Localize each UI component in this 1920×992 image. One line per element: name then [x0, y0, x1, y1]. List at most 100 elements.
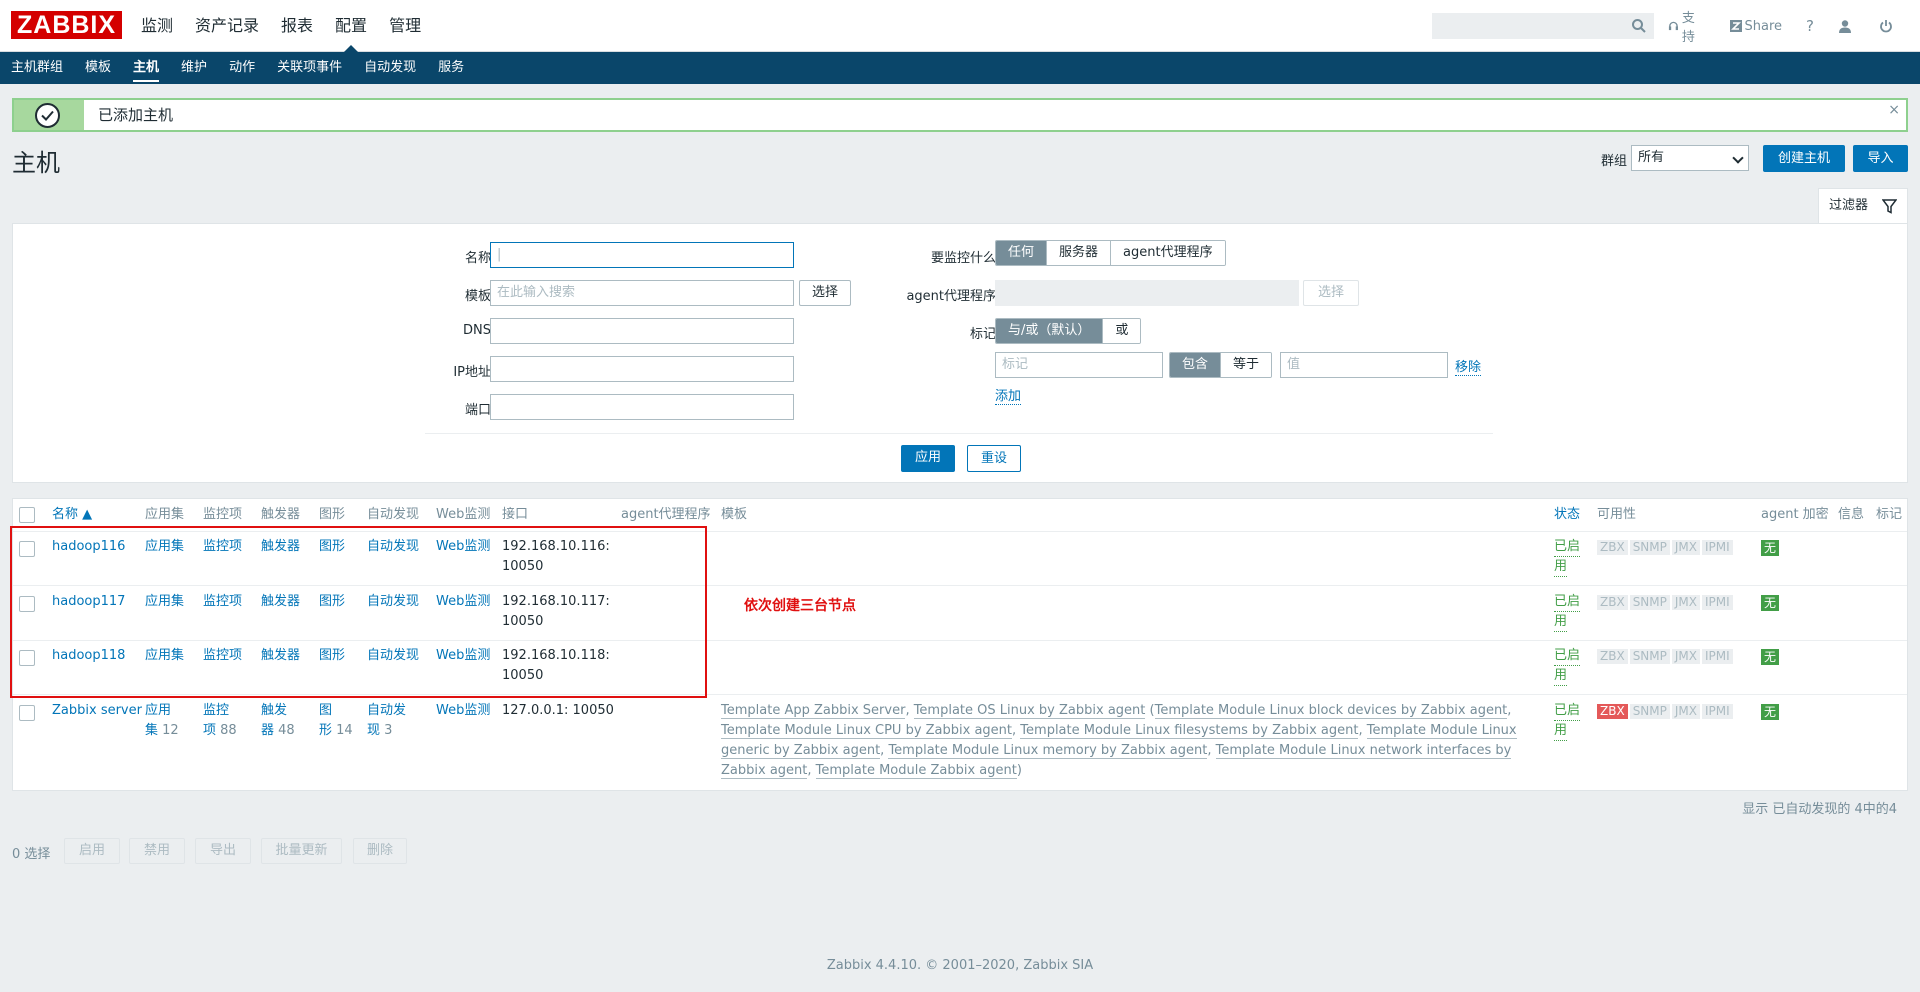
menu-inventory[interactable]: 资产记录: [184, 0, 270, 52]
status-link-wrap[interactable]: 用: [1554, 721, 1568, 741]
discovery-link[interactable]: 自动发: [367, 701, 406, 721]
status-link[interactable]: 已启: [1554, 592, 1581, 612]
graphs-link-wrap[interactable]: 形 14: [319, 721, 353, 741]
availability-badges: ZBX SNMP JMX IPMI: [1597, 540, 1733, 555]
template-search-input[interactable]: 在此输入搜索: [490, 280, 794, 306]
template-link[interactable]: Template Module Zabbix agent: [815, 763, 1017, 779]
col-encryption: agent 加密: [1761, 507, 1829, 522]
encryption-badge: 无: [1761, 595, 1780, 611]
create-host-button[interactable]: 创建主机: [1763, 145, 1845, 172]
template-link[interactable]: Template Module Linux memory by Zabbix a…: [888, 743, 1208, 759]
template-link[interactable]: Template Module Linux CPU by Zabbix agen…: [721, 723, 1013, 739]
template-link[interactable]: Template App Zabbix Server: [721, 703, 906, 719]
port-input[interactable]: [490, 394, 794, 420]
zbx-badge: ZBX: [1597, 540, 1628, 555]
status-link-wrap[interactable]: 用: [1554, 612, 1568, 632]
row-checkbox[interactable]: [19, 705, 35, 721]
menu-configuration[interactable]: 配置: [324, 0, 378, 53]
group-select[interactable]: 所有: [1631, 145, 1749, 171]
discovery-link-wrap[interactable]: 现 3: [367, 721, 392, 741]
menu-reports[interactable]: 报表: [270, 0, 324, 52]
delete-button[interactable]: 删除: [353, 838, 407, 864]
group-select-value: 所有: [1638, 150, 1665, 165]
status-link[interactable]: 已启: [1554, 537, 1581, 557]
template-select-button[interactable]: 选择: [799, 280, 851, 306]
dns-input[interactable]: [490, 318, 794, 344]
ip-input[interactable]: [490, 356, 794, 382]
items-link-wrap[interactable]: 项 88: [203, 721, 237, 741]
tag-value-input[interactable]: 值: [1280, 352, 1448, 378]
availability-badges: ZBX SNMP JMX IPMI: [1597, 595, 1733, 610]
jmx-badge: JMX: [1671, 540, 1700, 555]
triggers-link[interactable]: 触发: [261, 701, 287, 721]
subnav-templates[interactable]: 模板: [74, 52, 122, 84]
monitor-proxy[interactable]: agent代理程序: [1111, 241, 1225, 265]
host-name-link[interactable]: Zabbix server: [52, 701, 142, 721]
apply-button[interactable]: 应用: [901, 445, 955, 472]
user-links: 支持 Share ?: [1668, 0, 1920, 52]
support-link[interactable]: 支持: [1668, 7, 1706, 45]
template-link[interactable]: Template Module Linux block devices by Z…: [1154, 703, 1508, 719]
subnav-services[interactable]: 服务: [427, 52, 475, 84]
status-link[interactable]: 已启: [1554, 646, 1581, 666]
subnav-hosts[interactable]: 主机: [122, 52, 170, 84]
sub-navigation: 主机群组 模板 主机 维护 动作 关联项事件 自动发现 服务: [0, 52, 1920, 84]
name-input[interactable]: |: [490, 242, 794, 268]
reset-button[interactable]: 重设: [967, 445, 1021, 472]
select-all-checkbox[interactable]: [19, 507, 35, 523]
subnav-host-groups[interactable]: 主机群组: [0, 52, 74, 84]
tag-op-contains[interactable]: 包含: [1170, 353, 1222, 377]
help-link[interactable]: ?: [1806, 17, 1814, 35]
tag-op-equals[interactable]: 等于: [1221, 353, 1272, 377]
menu-administration[interactable]: 管理: [378, 0, 432, 52]
monitor-any[interactable]: 任何: [996, 241, 1048, 265]
check-circle-icon: [35, 103, 60, 128]
snmp-badge: SNMP: [1629, 540, 1670, 555]
template-link[interactable]: Template Module Linux filesystems by Zab…: [1020, 723, 1359, 739]
monitor-server[interactable]: 服务器: [1047, 241, 1112, 265]
col-status[interactable]: 状态: [1554, 499, 1580, 531]
menu-monitoring[interactable]: 监测: [130, 0, 184, 52]
zbx-badge: ZBX: [1597, 649, 1628, 664]
copyright: Zabbix 4.4.10. © 2001–2020, Zabbix SIA: [826, 958, 1094, 973]
apps-link[interactable]: 应用: [145, 701, 171, 721]
subnav-maintenance[interactable]: 维护: [170, 52, 218, 84]
subnav-correlation[interactable]: 关联项事件: [266, 52, 353, 84]
import-button[interactable]: 导入: [1853, 145, 1908, 172]
global-search-input[interactable]: [1432, 13, 1654, 39]
template-link[interactable]: Template OS Linux by Zabbix agent: [913, 703, 1146, 719]
subnav-actions[interactable]: 动作: [218, 52, 266, 84]
remove-tag-link[interactable]: 移除: [1455, 356, 1482, 376]
snmp-badge: SNMP: [1629, 595, 1670, 610]
triggers-link-wrap[interactable]: 器 48: [261, 721, 295, 741]
status-link-wrap[interactable]: 用: [1554, 557, 1568, 577]
apps-count: 12: [162, 723, 179, 738]
mass-update-button[interactable]: 批量更新: [261, 838, 342, 864]
profile-link[interactable]: [1838, 19, 1855, 33]
zabbix-logo[interactable]: ZABBIX: [11, 11, 123, 39]
tag-mode-andor[interactable]: 与/或（默认）: [996, 319, 1104, 343]
disable-button[interactable]: 禁用: [129, 838, 185, 864]
enable-button[interactable]: 启用: [64, 838, 120, 864]
status-link[interactable]: 已启: [1554, 701, 1581, 721]
filter-tab[interactable]: 过滤器: [1818, 188, 1908, 224]
export-button[interactable]: 导出: [195, 838, 251, 864]
search-icon[interactable]: [1631, 18, 1647, 34]
graphs-link[interactable]: 图: [319, 701, 332, 721]
signout-link[interactable]: [1879, 19, 1896, 33]
tag-input[interactable]: 标记: [995, 352, 1163, 378]
apps-link-wrap[interactable]: 集 12: [145, 721, 179, 741]
zbx-badge: ZBX: [1597, 595, 1628, 610]
subnav-discovery[interactable]: 自动发现: [353, 52, 427, 84]
items-link[interactable]: 监控: [203, 701, 229, 721]
snmp-badge: SNMP: [1629, 704, 1670, 719]
close-icon[interactable]: ×: [1888, 102, 1900, 118]
add-tag-link[interactable]: 添加: [995, 385, 1022, 405]
annotation-text: 依次创建三台节点: [744, 598, 856, 614]
web-link[interactable]: Web监测: [436, 701, 490, 721]
share-label: Share: [1744, 18, 1783, 34]
share-link[interactable]: Share: [1729, 18, 1783, 34]
status-link-wrap[interactable]: 用: [1554, 666, 1568, 686]
table-stats: 显示 已自动发现的 4中的4: [1742, 802, 1897, 817]
tag-mode-or[interactable]: 或: [1103, 319, 1141, 343]
